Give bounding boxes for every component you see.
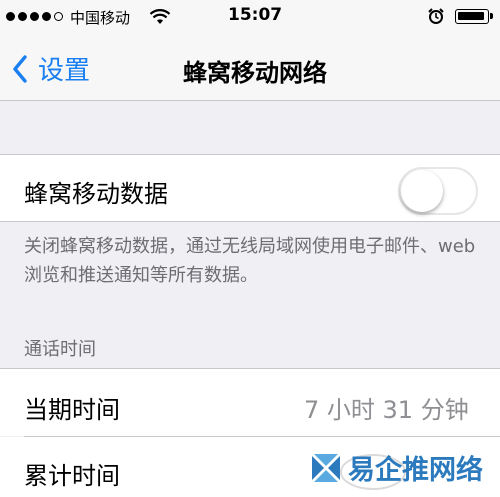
current-period-label: 当期时间 <box>24 396 120 424</box>
cellular-data-label: 蜂窝移动数据 <box>24 180 168 208</box>
carrier-name: 中国移动 <box>70 9 131 27</box>
wifi-icon <box>150 9 170 24</box>
signal-dots-icon <box>6 12 63 21</box>
status-bar: 中国移动 15:07 <box>0 0 500 34</box>
page-title: 蜂窝移动网络 <box>183 59 327 87</box>
section-header-call-time: 通话时间 <box>24 339 96 360</box>
cellular-data-footer: 关闭蜂窝移动数据，通过无线局域网使用电子邮件、web 浏览和推送通知等所有数据。 <box>24 236 476 286</box>
divider <box>0 221 500 222</box>
status-time: 15:07 <box>228 5 283 25</box>
watermark-logo-icon <box>312 453 340 482</box>
current-period-value: 7 小时 31 分钟 <box>304 396 469 424</box>
toggle-knob <box>401 170 443 212</box>
lifetime-label: 累计时间 <box>24 462 120 490</box>
cellular-data-toggle[interactable] <box>398 167 478 215</box>
alarm-icon <box>428 8 444 24</box>
navigation-bar: 设置 蜂窝移动网络 <box>0 34 500 101</box>
list-item-current-period: 当期时间 7 小时 31 分钟 <box>0 369 500 436</box>
watermark-text: 易企推网络 <box>348 455 483 486</box>
watermark: 易企推网络 <box>310 448 483 487</box>
battery-icon <box>455 9 493 24</box>
